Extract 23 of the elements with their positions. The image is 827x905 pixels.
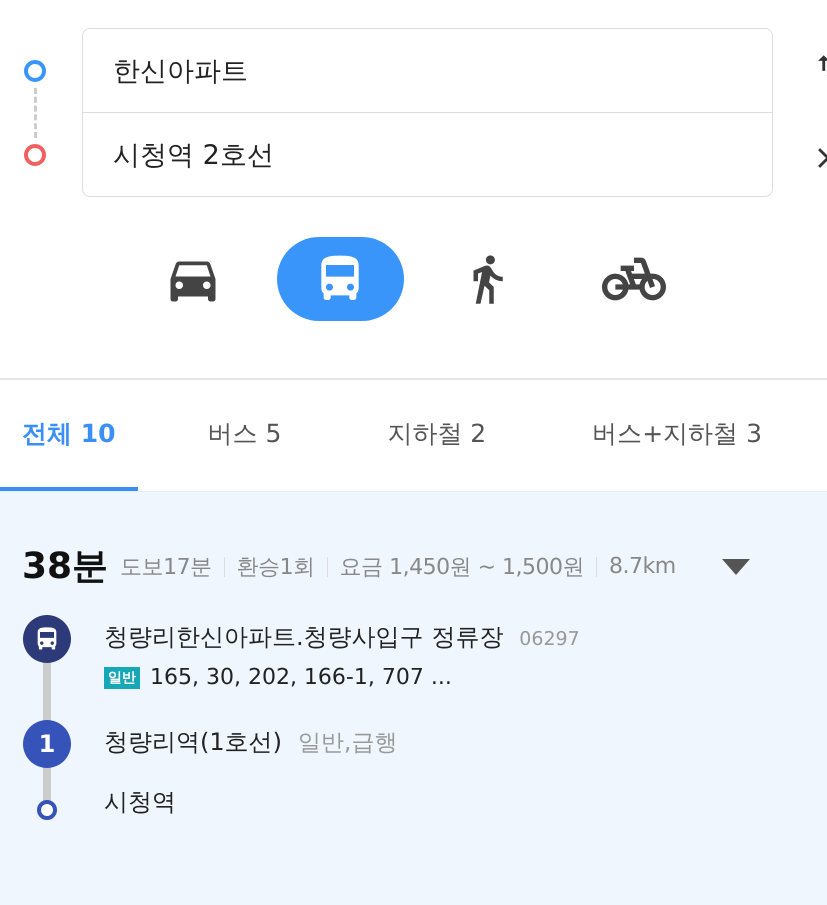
station-name: 시청역	[104, 787, 176, 818]
origin-dot	[24, 60, 46, 82]
route-detail: 8.7km	[609, 554, 676, 579]
route-detail: 도보17분	[120, 554, 212, 582]
route-tab[interactable]: 버스 5	[186, 380, 304, 491]
stop-name: 청량리한신아파트.청량사입구 정류장	[104, 622, 504, 653]
route-tab[interactable]: 버스+지하철 3	[570, 380, 784, 491]
train-type: 일반,급행	[298, 729, 398, 758]
destination-dot	[24, 144, 46, 166]
dropdown-caret-icon[interactable]	[722, 558, 750, 574]
bus-type-badge: 일반	[104, 666, 140, 688]
destination-dot	[37, 800, 57, 820]
station-name: 청량리역(1호선)	[104, 727, 282, 758]
route-tab[interactable]: 지하철 2	[365, 380, 508, 491]
subway-line-badge: 1	[23, 720, 71, 768]
input-field[interactable]: 시청역 2호선	[83, 113, 772, 196]
route-detail: 환승1회	[236, 554, 315, 582]
bus-stop-icon	[23, 615, 71, 663]
input-field[interactable]: 한신아파트	[83, 29, 772, 113]
bus-numbers: 165, 30, 202, 166-1, 707 ...	[150, 665, 452, 690]
stop-code: 06297	[519, 628, 580, 650]
route-detail: 요금 1,450원 ~ 1,500원	[340, 554, 584, 582]
duration-text: 38분	[22, 545, 108, 589]
